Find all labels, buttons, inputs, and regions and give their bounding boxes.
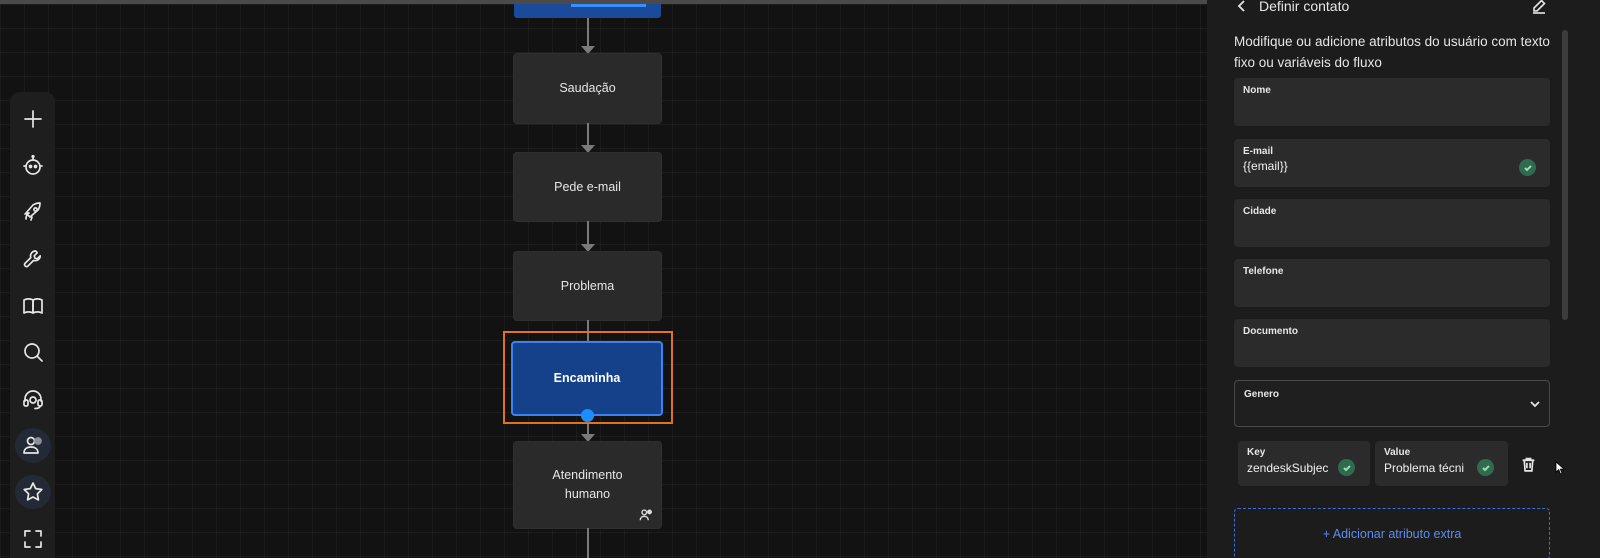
- check-icon: [1477, 459, 1494, 476]
- field-label: Telefone: [1243, 266, 1284, 277]
- panel-description: Modifique ou adicione atributos do usuár…: [1234, 34, 1550, 70]
- nome-field[interactable]: Nome: [1234, 78, 1550, 126]
- flow-node-pede-email[interactable]: Pede e-mail: [514, 153, 661, 221]
- star-icon[interactable]: [14, 474, 51, 510]
- connector-arrow: [581, 244, 595, 252]
- documento-field[interactable]: Documento: [1234, 319, 1550, 367]
- field-label: Nome: [1243, 85, 1271, 96]
- fullscreen-icon[interactable]: [13, 519, 53, 558]
- field-label: E-mail: [1243, 146, 1274, 157]
- human-agent-icon: [639, 508, 653, 522]
- node-label: Encaminha: [553, 371, 621, 385]
- trash-icon[interactable]: [1520, 456, 1538, 474]
- key-value: zendeskSubjec: [1247, 461, 1329, 475]
- key-label: Key: [1247, 447, 1266, 458]
- book-icon[interactable]: [13, 286, 53, 325]
- flow-canvas[interactable]: Saudação Pede e-mail Problema Encaminha …: [0, 4, 1207, 558]
- value-value: Problema técni: [1384, 461, 1465, 475]
- connector: [587, 123, 589, 147]
- value-label: Value: [1384, 447, 1411, 458]
- telefone-field[interactable]: Telefone: [1234, 259, 1550, 307]
- node-label: Saudação: [559, 81, 616, 95]
- flow-node-saudacao[interactable]: Saudação: [514, 54, 661, 123]
- connector: [587, 221, 589, 246]
- extra-value-field[interactable]: Value Problema técni: [1375, 441, 1508, 486]
- field-label: Cidade: [1243, 206, 1277, 217]
- chevron-down-icon: [1529, 397, 1541, 409]
- check-icon: [1519, 159, 1536, 176]
- panel-scrollbar[interactable]: [1562, 30, 1568, 320]
- connector-arrow: [581, 434, 595, 442]
- connector: [587, 18, 589, 48]
- panel-header: Definir contato: [1237, 0, 1349, 14]
- add-extra-label: + Adicionar atributo extra: [1322, 527, 1462, 541]
- headset-icon[interactable]: [13, 379, 53, 418]
- node-label: Atendimento humano: [552, 468, 623, 501]
- extra-key-field[interactable]: Key zendeskSubjec: [1238, 441, 1370, 486]
- email-field[interactable]: E-mail {{email}}: [1234, 139, 1550, 187]
- bot-icon[interactable]: [13, 147, 53, 186]
- flow-node-atendimento-humano[interactable]: Atendimento humano: [514, 442, 661, 528]
- edit-icon[interactable]: [1531, 0, 1549, 16]
- search-icon[interactable]: [13, 333, 53, 372]
- check-icon: [1338, 459, 1355, 476]
- flow-node-encaminha[interactable]: Encaminha: [511, 341, 663, 416]
- field-value: {{email}}: [1243, 159, 1288, 173]
- mouse-cursor-icon: [1555, 461, 1565, 475]
- flow-node-problema[interactable]: Problema: [514, 252, 661, 320]
- cidade-field[interactable]: Cidade: [1234, 199, 1550, 247]
- chevron-left-icon[interactable]: [1237, 0, 1249, 13]
- field-label: Genero: [1244, 389, 1280, 400]
- output-handle[interactable]: [581, 409, 594, 422]
- left-toolbar: [10, 92, 55, 558]
- connector-arrow: [581, 46, 595, 54]
- node-label: Pede e-mail: [554, 179, 621, 194]
- connector-arrow: [581, 145, 595, 153]
- connector: [587, 528, 589, 558]
- previous-node-highlight: [571, 4, 646, 7]
- add-extra-attribute-button[interactable]: + Adicionar atributo extra: [1234, 508, 1550, 558]
- plus-icon[interactable]: [13, 100, 53, 139]
- field-label: Documento: [1243, 326, 1298, 337]
- genero-select[interactable]: Genero: [1234, 380, 1550, 427]
- panel-title: Definir contato: [1259, 0, 1350, 14]
- wrench-icon[interactable]: [13, 240, 53, 279]
- node-label: Problema: [560, 278, 615, 293]
- users-icon[interactable]: [14, 428, 51, 463]
- rocket-icon[interactable]: [13, 193, 53, 232]
